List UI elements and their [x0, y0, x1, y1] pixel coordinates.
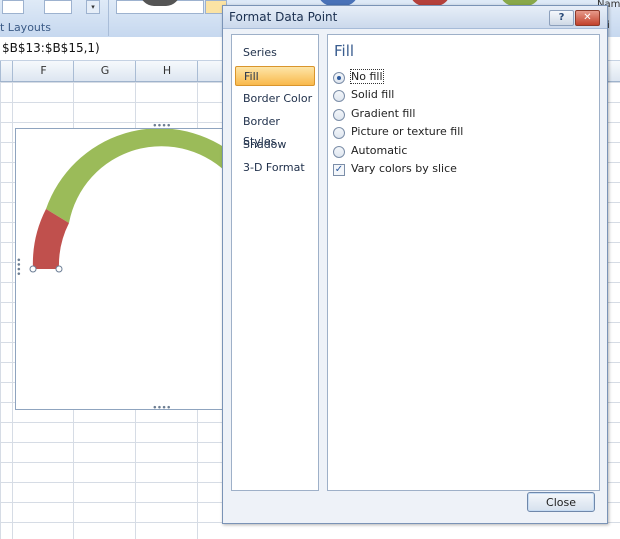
radio-button[interactable]	[333, 90, 345, 102]
close-icon[interactable]: ✕	[575, 10, 600, 26]
option-label: Solid fill	[351, 88, 395, 101]
column-header-f[interactable]: F	[12, 61, 74, 81]
ribbon-group-label: t Layouts	[0, 21, 51, 34]
gauge-chart[interactable]: ∙∙∙∙ ∙∙∙∙ ∙∙∙∙	[13, 121, 232, 413]
nav-item-fill[interactable]: Fill	[235, 66, 315, 86]
selection-handle[interactable]	[29, 265, 37, 273]
fill-options-panel: Fill No fill Solid fill Gradient fill Pi…	[327, 34, 600, 491]
grid-column-line	[12, 82, 13, 539]
radio-button[interactable]	[333, 146, 345, 158]
chart-layout-thumb[interactable]	[2, 0, 24, 14]
nav-item-shadow[interactable]: Shadow	[235, 135, 315, 155]
nav-item-3d-format[interactable]: 3-D Format	[235, 158, 315, 178]
nav-item-series-options[interactable]: Series Options	[235, 43, 315, 79]
resize-handle-top[interactable]: ∙∙∙∙	[152, 121, 172, 131]
formula-text: $B$13:$B$15,1)	[2, 41, 100, 55]
dialog-title: Format Data Point	[229, 10, 338, 24]
layouts-more-button[interactable]: ▾	[86, 0, 100, 14]
radio-button[interactable]	[333, 72, 345, 84]
option-label: No fill	[350, 69, 384, 84]
option-label: Gradient fill	[351, 107, 416, 120]
dialog-titlebar[interactable]: Format Data Point ? ✕	[223, 6, 607, 29]
resize-handle-bottom[interactable]: ∙∙∙∙	[152, 403, 172, 413]
gauge-plot	[29, 129, 231, 273]
help-button[interactable]: ?	[549, 10, 574, 26]
chart-layout-thumb[interactable]	[44, 0, 72, 14]
section-title: Fill	[334, 42, 355, 60]
option-label: Vary colors by slice	[351, 162, 457, 175]
category-list: Series Options Fill Border Color Border …	[231, 34, 319, 491]
close-button[interactable]: Close	[527, 492, 595, 512]
checkbox-checkmark-icon[interactable]: ✓	[333, 164, 345, 176]
nav-item-border-color[interactable]: Border Color	[235, 89, 315, 109]
gauge-segment-green[interactable]	[46, 129, 231, 223]
radio-button[interactable]	[333, 109, 345, 121]
column-header-h[interactable]: H	[135, 61, 198, 81]
selection-handle[interactable]	[55, 265, 63, 273]
ribbon-separator	[108, 0, 109, 36]
nav-item-border-styles[interactable]: Border Styles	[235, 112, 315, 148]
option-label: Automatic	[351, 144, 408, 157]
format-data-point-dialog: Format Data Point ? ✕ Series Options Fil…	[222, 5, 608, 524]
resize-handle-left[interactable]: ∙∙∙∙	[13, 257, 23, 276]
radio-button[interactable]	[333, 127, 345, 139]
option-label: Picture or texture fill	[351, 125, 464, 138]
column-header-g[interactable]: G	[73, 61, 136, 81]
